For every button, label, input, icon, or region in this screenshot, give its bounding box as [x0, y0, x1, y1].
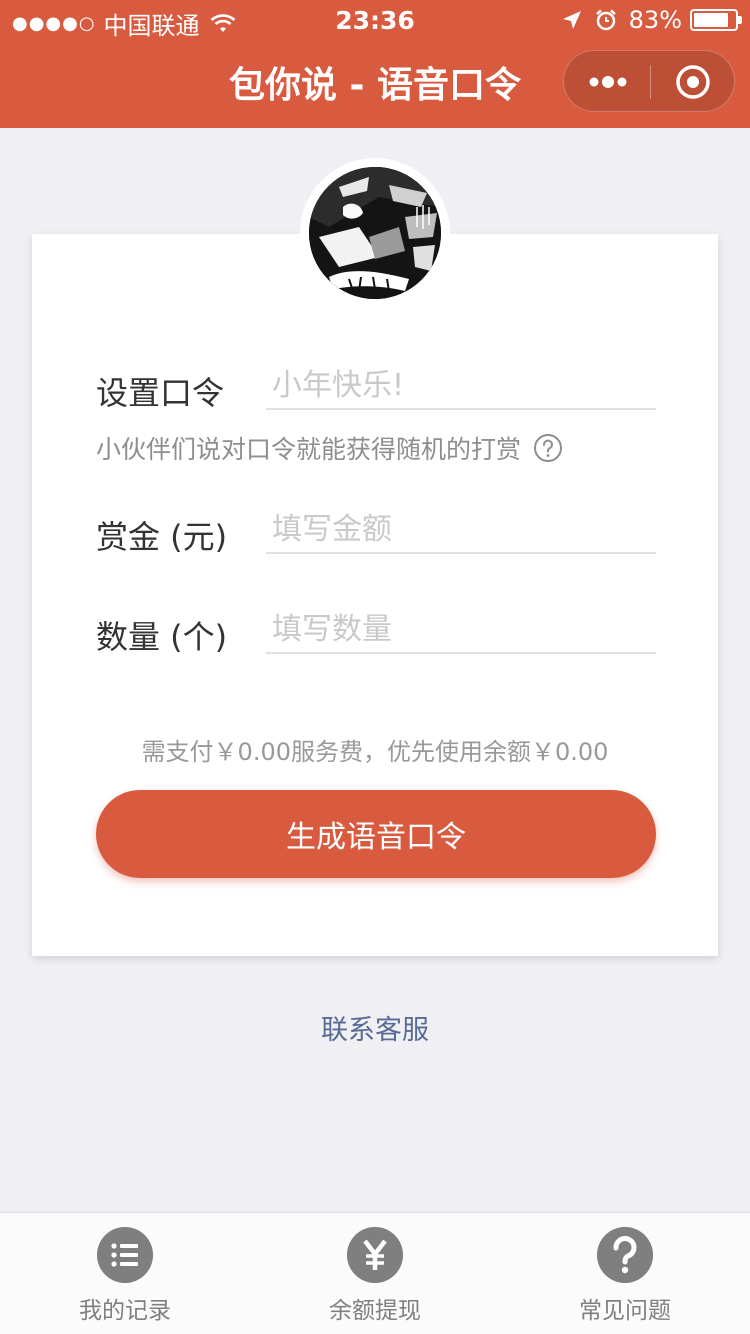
avatar-image	[309, 167, 441, 299]
help-icon[interactable]	[533, 433, 563, 463]
location-arrow-icon	[562, 11, 581, 29]
amount-label: 赏金 (元)	[96, 518, 228, 556]
password-input[interactable]	[266, 362, 656, 410]
tab-label: 我的记录	[79, 1298, 171, 1324]
command-form-card: 设置口令 小伙伴们说对口令就能获得随机的打赏 赏金 (元) 数量 (个) 需支付…	[32, 234, 718, 956]
close-miniprogram-icon[interactable]	[674, 63, 712, 101]
quantity-label: 数量 (个)	[96, 618, 228, 656]
tab-bar: 我的记录 余额提现 常见问题	[0, 1212, 750, 1334]
hint-text: 小伙伴们说对口令就能获得随机的打赏	[96, 435, 522, 464]
payment-note: 需支付￥0.00服务费，优先使用余额￥0.00	[141, 738, 609, 766]
list-icon	[97, 1227, 153, 1283]
yuan-icon	[347, 1227, 403, 1283]
amount-input[interactable]	[266, 506, 656, 554]
battery-icon	[690, 9, 742, 31]
capsule-divider	[650, 65, 651, 99]
alarm-clock-icon	[595, 9, 616, 31]
tab-faq[interactable]: 常见问题	[500, 1227, 750, 1325]
avatar	[309, 167, 441, 299]
tab-my-records[interactable]: 我的记录	[0, 1227, 250, 1325]
quantity-input[interactable]	[266, 606, 656, 654]
battery-percent: 83%	[628, 6, 682, 34]
password-hint: 小伙伴们说对口令就能获得随机的打赏	[96, 430, 563, 466]
page-title: 包你说 - 语音口令	[228, 65, 521, 106]
more-options-icon[interactable]	[584, 71, 632, 93]
avatar-frame	[300, 158, 450, 308]
contact-support-link[interactable]: 联系客服	[0, 1008, 750, 1047]
tab-label: 常见问题	[579, 1298, 671, 1324]
generate-voice-command-button[interactable]: 生成语音口令	[96, 790, 656, 878]
status-right: 83%	[561, 6, 742, 34]
tab-withdraw-balance[interactable]: 余额提现	[250, 1227, 500, 1325]
miniprogram-capsule	[563, 50, 735, 112]
question-icon	[597, 1227, 653, 1283]
password-label: 设置口令	[96, 374, 225, 412]
app-header: ●●●●○ 中国联通 23:36 83% 包你说 - 语音口令	[0, 0, 750, 128]
status-bar: ●●●●○ 中国联通 23:36 83%	[0, 0, 750, 40]
tab-label: 余额提现	[329, 1298, 421, 1324]
